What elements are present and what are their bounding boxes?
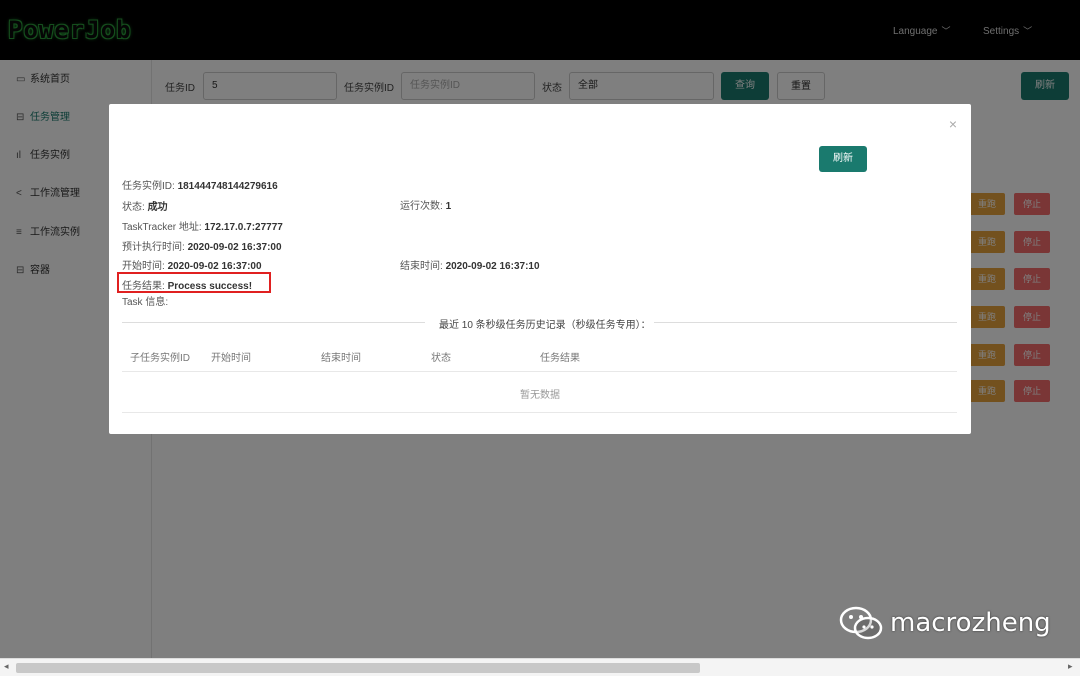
expected-time-row: 预计执行时间: 2020-09-02 16:37:00	[122, 238, 282, 253]
run-count-label: 运行次数:	[400, 201, 443, 212]
tracker-label: TaskTracker 地址:	[122, 222, 202, 233]
instance-id-label: 任务实例ID:	[122, 181, 175, 192]
watermark-text: macrozheng	[890, 608, 1051, 638]
dialog-refresh-button[interactable]: 刷新	[819, 146, 867, 172]
column-header: 任务结果	[540, 353, 580, 364]
instance-detail-dialog: × 刷新 任务实例ID: 181444748144279616 状态: 成功 运…	[109, 104, 971, 434]
divider	[122, 322, 425, 323]
expected-time-label: 预计执行时间:	[122, 242, 185, 253]
run-count-value: 1	[445, 201, 452, 212]
result-label: 任务结果:	[122, 281, 165, 292]
table-header-divider	[122, 371, 957, 372]
divider	[654, 322, 957, 323]
scroll-left-icon[interactable]: ◂	[4, 661, 9, 672]
task-info-label: Task 信息:	[122, 297, 169, 308]
end-time-value: 2020-09-02 16:37:10	[445, 261, 540, 272]
result-value: Process success!	[167, 281, 253, 292]
status-value: 成功	[147, 202, 168, 213]
instance-id-row: 任务实例ID: 181444748144279616	[122, 177, 278, 192]
task-info-row: Task 信息:	[122, 293, 168, 308]
status-row: 状态: 成功	[122, 198, 168, 213]
status-label: 状态:	[122, 202, 145, 213]
start-time-row: 开始时间: 2020-09-02 16:37:00	[122, 257, 262, 272]
tracker-row: TaskTracker 地址: 172.17.0.7:27777	[122, 218, 283, 233]
table-bottom-divider	[122, 412, 957, 413]
start-time-value: 2020-09-02 16:37:00	[167, 261, 262, 272]
expected-time-value: 2020-09-02 16:37:00	[187, 242, 282, 253]
tracker-value: 172.17.0.7:27777	[204, 222, 283, 233]
watermark: macrozheng	[838, 604, 1051, 644]
column-header: 子任务实例ID	[130, 353, 190, 364]
wechat-icon	[839, 606, 883, 640]
end-time-label: 结束时间:	[400, 261, 443, 272]
column-header: 结束时间	[321, 353, 361, 364]
instance-id-value: 181444748144279616	[177, 181, 278, 192]
result-row: 任务结果: Process success!	[122, 277, 252, 292]
start-time-label: 开始时间:	[122, 261, 165, 272]
scrollbar-thumb[interactable]	[16, 663, 700, 673]
horizontal-scrollbar[interactable]: ◂ ▸	[0, 658, 1080, 676]
scroll-right-icon[interactable]: ▸	[1068, 661, 1073, 672]
run-count-row: 运行次数: 1	[400, 197, 451, 212]
column-header: 开始时间	[211, 353, 251, 364]
empty-state-text: 暂无数据	[520, 390, 560, 401]
end-time-row: 结束时间: 2020-09-02 16:37:10	[400, 257, 540, 272]
history-title: 最近 10 条秒级任务历史记录（秒级任务专用）：	[439, 320, 651, 331]
column-header: 状态	[431, 353, 451, 364]
close-icon[interactable]: ×	[949, 116, 957, 132]
